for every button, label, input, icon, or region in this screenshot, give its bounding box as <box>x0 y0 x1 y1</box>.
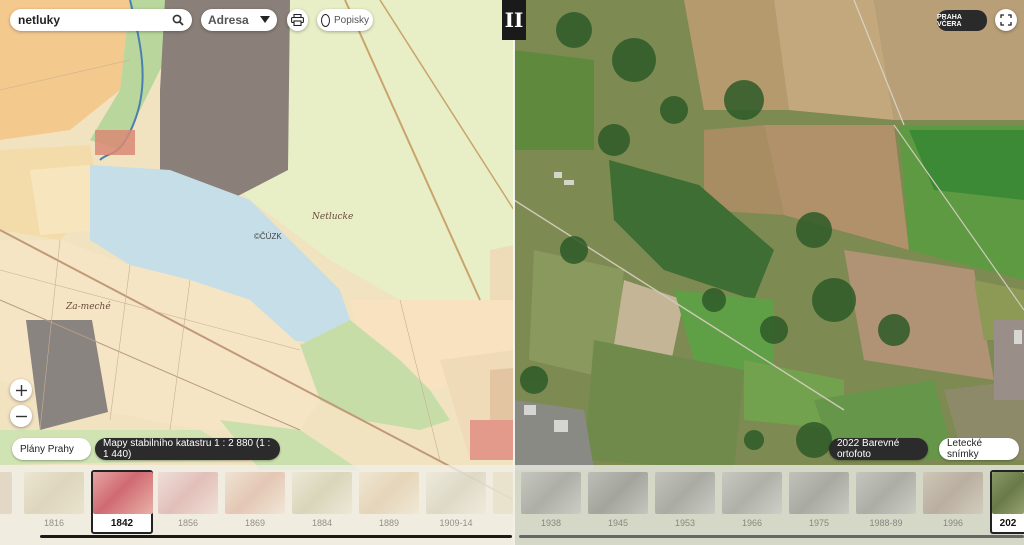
map-label-zameche: Za-meché <box>66 302 111 312</box>
timeline-item-right[interactable]: 1945 <box>588 472 648 532</box>
timeline-item-left[interactable]: 1909-14 <box>426 472 486 532</box>
timeline-item-left[interactable]: 1884 <box>292 472 352 532</box>
map-label-netlucke: Netlucke <box>312 212 354 222</box>
cuzk-copyright: ©ČÚZK <box>254 232 282 241</box>
timeline-item-right[interactable]: 1953 <box>655 472 715 532</box>
timeline-item-right[interactable]: 1996 <box>923 472 983 532</box>
timeline-item-right-active[interactable]: 202 <box>990 470 1024 534</box>
plany-prahy-chip[interactable]: Plány Prahy <box>12 438 91 460</box>
fullscreen-button[interactable] <box>995 9 1017 31</box>
timeline-item-left-active[interactable]: 1842 <box>91 470 153 534</box>
timeline-scrollbar-right[interactable] <box>519 535 1024 538</box>
labels-toggle[interactable]: Popisky <box>317 9 373 31</box>
address-select[interactable]: Adresa <box>201 9 277 31</box>
timeline-item-partial[interactable] <box>493 472 513 532</box>
timeline-item-left[interactable]: 1869 <box>225 472 285 532</box>
search-field[interactable]: netluky <box>10 9 192 31</box>
historic-map-pane[interactable]: Netlucke Za-meché ©ČÚZK <box>0 0 514 545</box>
timeline-strip[interactable]: 1816 1842 1856 1869 1884 1889 1909-14 19… <box>0 465 1024 545</box>
minus-icon <box>15 415 27 417</box>
split-divider-handle[interactable]: II <box>502 0 526 40</box>
zoom-in-button[interactable] <box>10 379 32 401</box>
historic-map-canvas <box>0 0 514 545</box>
labels-toggle-text: Popisky <box>333 14 369 26</box>
printer-icon <box>291 14 304 26</box>
stable-cadastre-chip[interactable]: Mapy stabilního katastru 1 : 2 880 (1 : … <box>95 438 280 460</box>
plus-icon <box>15 384 27 396</box>
timeline-item-right[interactable]: 1988-89 <box>856 472 916 532</box>
orthophoto-chip[interactable]: 2022 Barevné ortofoto <box>829 438 928 460</box>
map-viewer: Netlucke Za-meché ©ČÚZK II netluky Adres… <box>0 0 1024 545</box>
chevron-down-icon <box>260 16 270 23</box>
aerial-photos-chip[interactable]: Letecké snímky <box>939 438 1019 460</box>
timeline-item-right[interactable]: 1966 <box>722 472 782 532</box>
zoom-out-button[interactable] <box>10 405 32 427</box>
timeline-item-left[interactable]: 1889 <box>359 472 419 532</box>
print-button[interactable] <box>287 9 308 31</box>
search-icon[interactable] <box>172 14 184 26</box>
address-select-label: Adresa <box>208 13 249 27</box>
timeline-item-right[interactable]: 1975 <box>789 472 849 532</box>
expand-icon <box>1000 14 1012 26</box>
toggle-circle-icon <box>321 13 330 27</box>
timeline-item-partial[interactable] <box>0 472 12 532</box>
timeline-item-left[interactable]: 1856 <box>158 472 218 532</box>
aerial-map-pane[interactable] <box>514 0 1024 545</box>
search-input[interactable]: netluky <box>18 13 60 27</box>
timeline-item-right[interactable]: 1938 <box>521 472 581 532</box>
aerial-map-canvas <box>514 0 1024 545</box>
timeline-scrollbar-left[interactable] <box>40 535 512 538</box>
praha-vcera-button[interactable]: PRAHA VČERA <box>937 10 987 31</box>
timeline-item-left[interactable]: 1816 <box>24 472 84 532</box>
